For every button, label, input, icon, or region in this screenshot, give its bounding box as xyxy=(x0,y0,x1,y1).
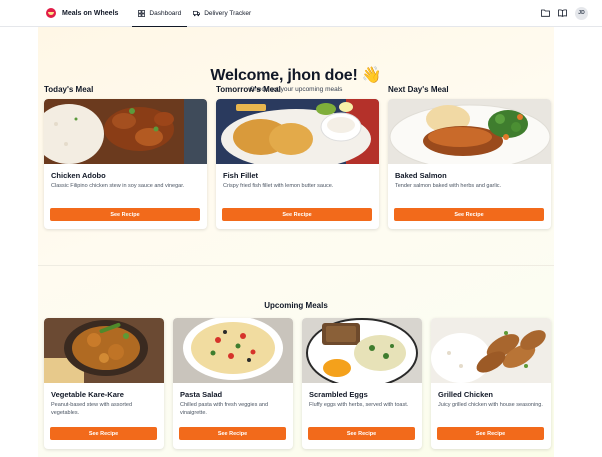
header-actions: JD xyxy=(541,6,588,20)
upcoming-card-kare-kare: Vegetable Kare-Kare Peanut-based stew wi… xyxy=(44,318,164,449)
see-recipe-button[interactable]: See Recipe xyxy=(50,208,200,221)
nav-dashboard[interactable]: Dashboard xyxy=(132,0,188,28)
see-recipe-button[interactable]: See Recipe xyxy=(394,208,544,221)
meal-description: Classic Filipino chicken stew in soy sau… xyxy=(51,183,185,189)
see-recipe-button[interactable]: See Recipe xyxy=(222,208,372,221)
upcoming-card-pasta-salad: Pasta Salad Chilled pasta with fresh veg… xyxy=(173,318,293,449)
section-divider xyxy=(38,265,554,266)
meal-description: Crispy fried fish fillet with lemon butt… xyxy=(223,183,334,189)
meal-image-vegetable-kare-kare xyxy=(44,318,164,383)
see-recipe-button[interactable]: See Recipe xyxy=(50,427,157,440)
meal-image-grilled-chicken xyxy=(431,318,551,383)
section-label-next-day: Next Day's Meal xyxy=(388,85,449,94)
meal-description: Juicy grilled chicken with house seasoni… xyxy=(438,402,543,408)
meal-image-fish-fillet xyxy=(216,99,379,164)
meal-card-tomorrow: Fish Fillet Crispy fried fish fillet wit… xyxy=(216,99,379,229)
meal-name: Vegetable Kare-Kare xyxy=(51,390,124,399)
folder-icon[interactable] xyxy=(541,9,550,18)
brand[interactable]: Meals on Wheels xyxy=(46,8,118,18)
nav-dashboard-label: Dashboard xyxy=(149,9,182,17)
grid-icon xyxy=(138,9,146,17)
section-label-today: Today's Meal xyxy=(44,85,94,94)
meal-card-next-day: Baked Salmon Tender salmon baked with he… xyxy=(388,99,551,229)
avatar[interactable]: JD xyxy=(575,6,588,20)
upcoming-meals-title: Upcoming Meals xyxy=(264,301,328,310)
top-navigation-bar: Meals on Wheels Dashboard Delivery Track… xyxy=(0,0,602,28)
meal-description: Peanut-based stew with assorted vegetabl… xyxy=(51,402,133,416)
welcome-title: Welcome, jhon doe! 👋 xyxy=(210,67,382,84)
meal-description: Fluffy eggs with herbs, served with toas… xyxy=(309,402,409,408)
see-recipe-button[interactable]: See Recipe xyxy=(179,427,286,440)
nav-delivery-tracker[interactable]: Delivery Tracker xyxy=(187,0,257,27)
meal-name: Baked Salmon xyxy=(395,171,447,180)
meal-image-baked-salmon xyxy=(388,99,551,164)
brand-name: Meals on Wheels xyxy=(62,9,119,17)
book-icon[interactable] xyxy=(558,9,567,18)
meal-image-pasta-salad xyxy=(173,318,293,383)
dashboard-main: Welcome, jhon doe! 👋 Check out your upco… xyxy=(38,27,554,457)
meal-name: Chicken Adobo xyxy=(51,171,106,180)
brand-logo-icon xyxy=(46,8,56,18)
meal-name: Pasta Salad xyxy=(180,390,223,399)
meal-description: Tender salmon baked with herbs and garli… xyxy=(395,183,502,189)
welcome-subtitle: Check out your upcoming meals xyxy=(249,86,343,93)
upcoming-card-scrambled-eggs: Scrambled Eggs Fluffy eggs with herbs, s… xyxy=(302,318,422,449)
meal-image-scrambled-eggs xyxy=(302,318,422,383)
meal-name: Grilled Chicken xyxy=(438,390,494,399)
meal-name: Scrambled Eggs xyxy=(309,390,368,399)
main-nav: Dashboard Delivery Tracker xyxy=(132,0,257,28)
meal-name: Fish Fillet xyxy=(223,171,259,180)
upcoming-card-grilled-chicken: Grilled Chicken Juicy grilled chicken wi… xyxy=(431,318,551,449)
meal-description: Chilled pasta with fresh veggies and vin… xyxy=(180,402,269,416)
meal-card-today: Chicken Adobo Classic Filipino chicken s… xyxy=(44,99,207,229)
meal-image-chicken-adobo xyxy=(44,99,207,164)
truck-icon xyxy=(193,10,201,16)
section-label-tomorrow: Tomorrow's Meal xyxy=(216,85,281,94)
nav-delivery-tracker-label: Delivery Tracker xyxy=(204,9,252,17)
see-recipe-button[interactable]: See Recipe xyxy=(437,427,544,440)
see-recipe-button[interactable]: See Recipe xyxy=(308,427,415,440)
